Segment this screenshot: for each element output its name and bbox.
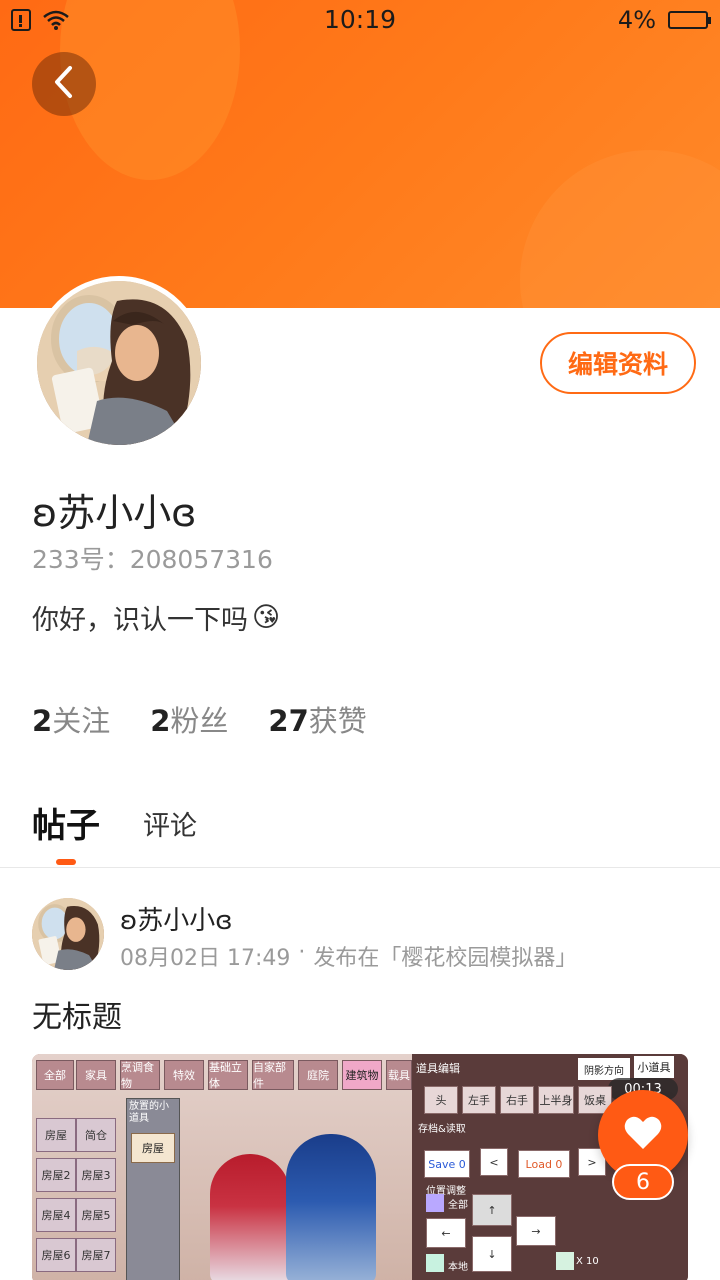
all-checkbox — [426, 1194, 444, 1212]
profile-avatar[interactable] — [32, 276, 206, 450]
meta-separator: · — [298, 940, 306, 965]
game-tab: 庭院 — [298, 1060, 338, 1090]
uid-value: 208057316 — [129, 545, 273, 574]
placed-items-label: 放置的小道具 — [129, 1101, 169, 1124]
placed-item: 房屋 — [131, 1133, 175, 1163]
profile-header-background — [0, 0, 720, 308]
back-button[interactable] — [32, 52, 96, 116]
game-right-arrow: → — [516, 1216, 556, 1246]
profile-uid: 233号：208057316 — [32, 540, 273, 576]
multiplier-checkbox — [556, 1252, 574, 1270]
game-tab: 自家部件 — [252, 1060, 294, 1090]
game-tab: 全部 — [36, 1060, 74, 1090]
profile-stats: 2 关注 2 粉丝 27 获赞 — [32, 698, 367, 740]
game-button: 头 — [424, 1086, 458, 1114]
shadow-direction-label: 阴影方向 — [578, 1058, 630, 1080]
following-count: 2 — [32, 704, 53, 738]
post-author-name[interactable]: ʚ苏小小ɞ — [120, 900, 233, 937]
like-count: 6 — [612, 1164, 674, 1200]
game-left-panel: 全部 家具 烹调食物 特效 基础立体 自家部件 庭院 建筑物 载具 房屋 简仓 … — [32, 1054, 412, 1280]
game-cell: 房屋7 — [76, 1238, 116, 1272]
profile-bio: 你好，识认一下吗 😘 — [32, 598, 280, 637]
followers-label: 粉丝 — [170, 704, 229, 738]
chevron-left-icon — [52, 65, 76, 103]
game-tab: 烹调食物 — [120, 1060, 160, 1090]
game-button: 左手 — [462, 1086, 496, 1114]
game-left-arrow: ← — [426, 1218, 466, 1248]
stat-followers[interactable]: 2 粉丝 — [150, 698, 228, 740]
game-up-arrow: ↑ — [472, 1194, 512, 1226]
followers-count: 2 — [150, 704, 171, 738]
uid-label: 233号： — [32, 545, 130, 574]
status-time: 10:19 — [323, 5, 397, 34]
status-bar: 10:19 4% — [0, 0, 720, 40]
kiss-emoji-icon: 😘 — [252, 602, 281, 633]
multiplier-label: X 10 — [576, 1256, 599, 1267]
stat-likes: 27 获赞 — [268, 698, 366, 740]
character-blue-hair — [286, 1134, 376, 1280]
all-label: 全部 — [448, 1200, 468, 1211]
game-tab: 基础立体 — [208, 1060, 248, 1090]
character-red-hair — [210, 1154, 290, 1280]
heart-icon — [623, 1115, 663, 1155]
active-tab-indicator — [56, 859, 76, 865]
content-tabs: 帖子 评论 — [0, 790, 720, 868]
game-save-button: Save 0 — [424, 1150, 470, 1178]
post-author-avatar[interactable] — [32, 898, 104, 970]
game-cell: 房屋 — [36, 1118, 76, 1152]
game-cell: 简仓 — [76, 1118, 116, 1152]
avatar-image — [37, 281, 201, 445]
local-label: 本地 — [448, 1262, 468, 1273]
following-label: 关注 — [52, 704, 111, 738]
edit-profile-button[interactable]: 编辑资料 — [540, 332, 696, 394]
bio-text: 你好，识认一下吗 — [32, 605, 248, 636]
game-tab: 家具 — [76, 1060, 116, 1090]
game-cell: 房屋6 — [36, 1238, 76, 1272]
game-tab: 特效 — [164, 1060, 204, 1090]
placed-items-panel: 放置的小道具 房屋 — [126, 1098, 180, 1280]
game-button: 上半身 — [538, 1086, 574, 1114]
item-edit-title: 道具编辑 — [416, 1062, 460, 1075]
game-button: 右手 — [500, 1086, 534, 1114]
props-label: 小道具 — [634, 1056, 674, 1078]
game-cell: 房屋3 — [76, 1158, 116, 1192]
stat-following[interactable]: 2 关注 — [32, 698, 110, 740]
post-date: 08月02日 17:49 — [120, 946, 291, 971]
likes-count: 27 — [268, 704, 309, 738]
post-meta: 08月02日 17:49 · 发布在「樱花校园模拟器」 — [120, 940, 577, 972]
post-image[interactable]: 全部 家具 烹调食物 特效 基础立体 自家部件 庭院 建筑物 载具 房屋 简仓 … — [32, 1054, 688, 1280]
game-down-arrow: ↓ — [472, 1236, 512, 1272]
game-tab: 载具 — [386, 1060, 412, 1090]
profile-username: ʚ苏小小ɞ — [32, 491, 197, 535]
game-cell: 房屋5 — [76, 1198, 116, 1232]
game-cell: 房屋4 — [36, 1198, 76, 1232]
post-community[interactable]: 发布在「樱花校园模拟器」 — [313, 940, 577, 972]
post-title[interactable]: 无标题 — [32, 992, 122, 1036]
battery-percent: 4% — [617, 6, 656, 34]
local-checkbox — [426, 1254, 444, 1272]
tab-comments[interactable]: 评论 — [143, 804, 197, 843]
tab-posts[interactable]: 帖子 — [32, 798, 100, 847]
game-prev-button: < — [480, 1148, 508, 1176]
save-load-section: 存档&读取 — [418, 1124, 466, 1135]
game-tab: 建筑物 — [342, 1060, 382, 1090]
game-load-button: Load 0 — [518, 1150, 570, 1178]
likes-label: 获赞 — [308, 704, 367, 738]
battery-icon — [668, 11, 711, 29]
game-cell: 房屋2 — [36, 1158, 76, 1192]
